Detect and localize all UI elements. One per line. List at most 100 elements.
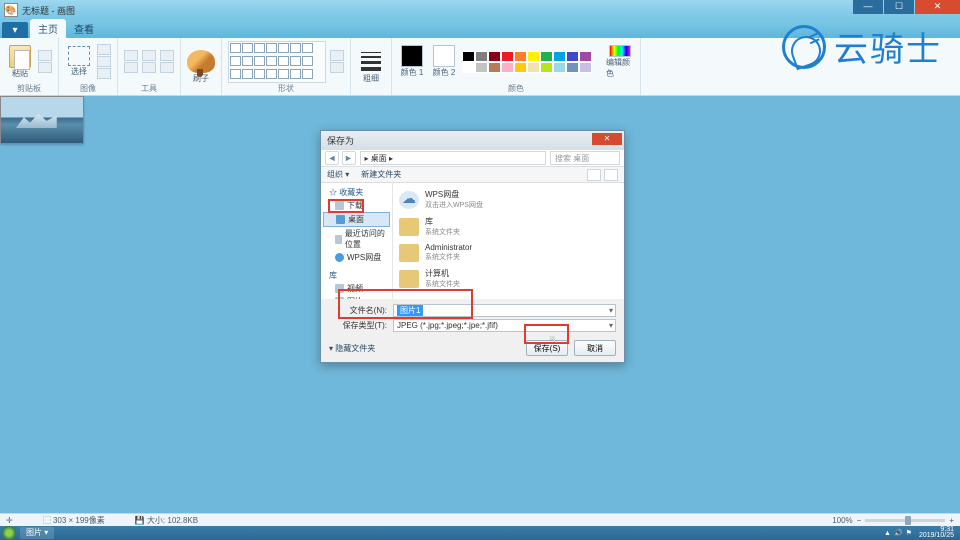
maximize-button[interactable]: ☐ — [884, 0, 914, 14]
palette-swatch[interactable] — [540, 62, 553, 73]
eraser-icon[interactable] — [124, 62, 138, 73]
rainbow-icon — [609, 45, 631, 57]
cancel-button[interactable]: 取消 — [574, 340, 616, 356]
tray-icon[interactable]: 🔊 — [894, 529, 903, 537]
palette-swatch[interactable] — [540, 51, 553, 62]
dialog-fields: 文件名(N): 图片1 保存类型(T): JPEG (*.jpg;*.jpeg;… — [321, 299, 624, 336]
palette-swatch[interactable] — [501, 62, 514, 73]
palette-swatch[interactable] — [579, 51, 592, 62]
text-icon[interactable] — [160, 50, 174, 61]
cut-icon[interactable] — [38, 50, 52, 61]
paste-button[interactable]: 粘贴 — [6, 45, 34, 79]
crop-icon[interactable] — [97, 44, 111, 55]
nav-fwd-icon[interactable]: ► — [342, 151, 356, 165]
newfolder-button[interactable]: 新建文件夹 — [361, 169, 401, 180]
palette-swatch[interactable] — [488, 62, 501, 73]
palette-swatch[interactable] — [475, 51, 488, 62]
zoom-value: 100% — [832, 516, 852, 525]
colors-label: 颜色 — [508, 83, 524, 95]
taskbar-clock[interactable]: 9:31 2019/10/25 — [915, 527, 958, 539]
stroke-button[interactable]: 粗细 — [357, 50, 385, 84]
zoom-icon[interactable] — [160, 62, 174, 73]
outline-icon[interactable] — [330, 50, 344, 61]
fillshape-icon[interactable] — [330, 62, 344, 73]
palette-swatch[interactable] — [514, 62, 527, 73]
rotate-icon[interactable] — [97, 68, 111, 79]
system-tray: ▲ 🔊 ⚑ 9:31 2019/10/25 — [884, 527, 960, 539]
sidebar-libraries[interactable]: 库 — [321, 268, 392, 282]
palette-swatch[interactable] — [553, 51, 566, 62]
shapes-label: 形状 — [278, 83, 294, 95]
filename-label: 文件名(N): — [339, 305, 387, 316]
cloud-icon — [399, 191, 419, 209]
sidebar-item-videos[interactable]: 视频 — [321, 282, 392, 295]
close-button[interactable]: ✕ — [915, 0, 960, 14]
organize-button[interactable]: 组织 ▾ — [327, 169, 349, 180]
sidebar-item-pictures[interactable]: 图片 — [321, 295, 392, 299]
search-input[interactable]: 搜索 桌面 — [550, 151, 620, 165]
palette-swatch[interactable] — [527, 62, 540, 73]
filelist-item[interactable]: 库 系统文件夹 — [399, 213, 618, 240]
select-button[interactable]: 选择 — [65, 45, 93, 79]
brush-button[interactable]: 刷子 — [187, 50, 215, 84]
palette-swatch[interactable] — [514, 51, 527, 62]
picker-icon[interactable] — [142, 62, 156, 73]
file-menu[interactable]: ▾ — [2, 22, 28, 38]
hide-folders-toggle[interactable]: ▾ 隐藏文件夹 — [329, 343, 375, 354]
sidebar-favorites[interactable]: ☆ 收藏夹 — [321, 185, 392, 199]
filename-input[interactable]: 图片1 — [393, 304, 616, 317]
color2-well — [433, 45, 455, 67]
dialog-filelist: WPS网盘 双击进入WPS网盘 库 系统文件夹 Administrator 系统… — [393, 183, 624, 299]
sidebar-item-downloads[interactable]: 下载 — [321, 199, 392, 212]
palette-swatch[interactable] — [462, 62, 475, 73]
filetype-select[interactable]: JPEG (*.jpg;*.jpeg;*.jpe;*.jfif) — [393, 319, 616, 332]
tray-icon[interactable]: ▲ — [884, 530, 891, 537]
nav-back-icon[interactable]: ◄ — [325, 151, 339, 165]
sidebar-item-wps[interactable]: WPS网盘 — [321, 251, 392, 264]
color2-button[interactable]: 颜色 2 — [430, 45, 458, 79]
tools-col1 — [124, 50, 138, 73]
palette-swatch[interactable] — [566, 62, 579, 73]
start-button[interactable] — [2, 526, 16, 540]
palette-swatch[interactable] — [488, 51, 501, 62]
help-icon[interactable] — [604, 169, 618, 181]
palette-swatch[interactable] — [475, 62, 488, 73]
palette-swatch[interactable] — [579, 62, 592, 73]
zoom-in-button[interactable]: + — [949, 516, 954, 525]
fill-icon[interactable] — [142, 50, 156, 61]
filelist-item[interactable]: WPS网盘 双击进入WPS网盘 — [399, 186, 618, 213]
tab-home[interactable]: 主页 — [30, 19, 66, 38]
color-palette[interactable] — [462, 51, 602, 73]
group-clipboard: 粘贴 剪贴板 — [0, 38, 59, 95]
pencil-icon[interactable] — [124, 50, 138, 61]
color1-button[interactable]: 颜色 1 — [398, 45, 426, 79]
tray-icon[interactable]: ⚑ — [906, 529, 912, 537]
copy-icon[interactable] — [38, 62, 52, 73]
zoom-slider[interactable] — [865, 519, 945, 522]
dialog-titlebar[interactable]: 保存为 ✕ — [321, 131, 624, 149]
breadcrumb[interactable]: ▸ 桌面 ▸ — [360, 151, 546, 165]
sidebar-item-recent[interactable]: 最近访问的位置 — [321, 227, 392, 251]
tab-view[interactable]: 查看 — [66, 19, 102, 38]
filelist-item[interactable]: Administrator 系统文件夹 — [399, 240, 618, 265]
resize-icon[interactable] — [97, 56, 111, 67]
edit-colors-button[interactable]: 编辑颜色 — [606, 45, 634, 79]
sidebar-item-desktop[interactable]: 桌面 — [323, 212, 390, 227]
taskbar-item[interactable]: 图片 ▾ — [20, 527, 54, 539]
status-dimensions: ⬚ 303 × 199像素 — [43, 515, 105, 526]
palette-swatch[interactable] — [566, 51, 579, 62]
group-image: 选择 图像 — [59, 38, 118, 95]
view-button[interactable] — [587, 169, 601, 181]
zoom-out-button[interactable]: − — [857, 516, 862, 525]
canvas-thumbnail[interactable] — [0, 96, 84, 144]
palette-swatch[interactable] — [462, 51, 475, 62]
minimize-button[interactable]: — — [853, 0, 883, 14]
stroke-label: 粗细 — [363, 73, 379, 84]
filelist-item[interactable]: 计算机 系统文件夹 — [399, 265, 618, 292]
palette-swatch[interactable] — [527, 51, 540, 62]
palette-swatch[interactable] — [553, 62, 566, 73]
save-button[interactable]: 保存(S) — [526, 340, 568, 356]
shapes-gallery[interactable] — [228, 41, 326, 83]
dialog-close-button[interactable]: ✕ — [592, 133, 622, 145]
palette-swatch[interactable] — [501, 51, 514, 62]
